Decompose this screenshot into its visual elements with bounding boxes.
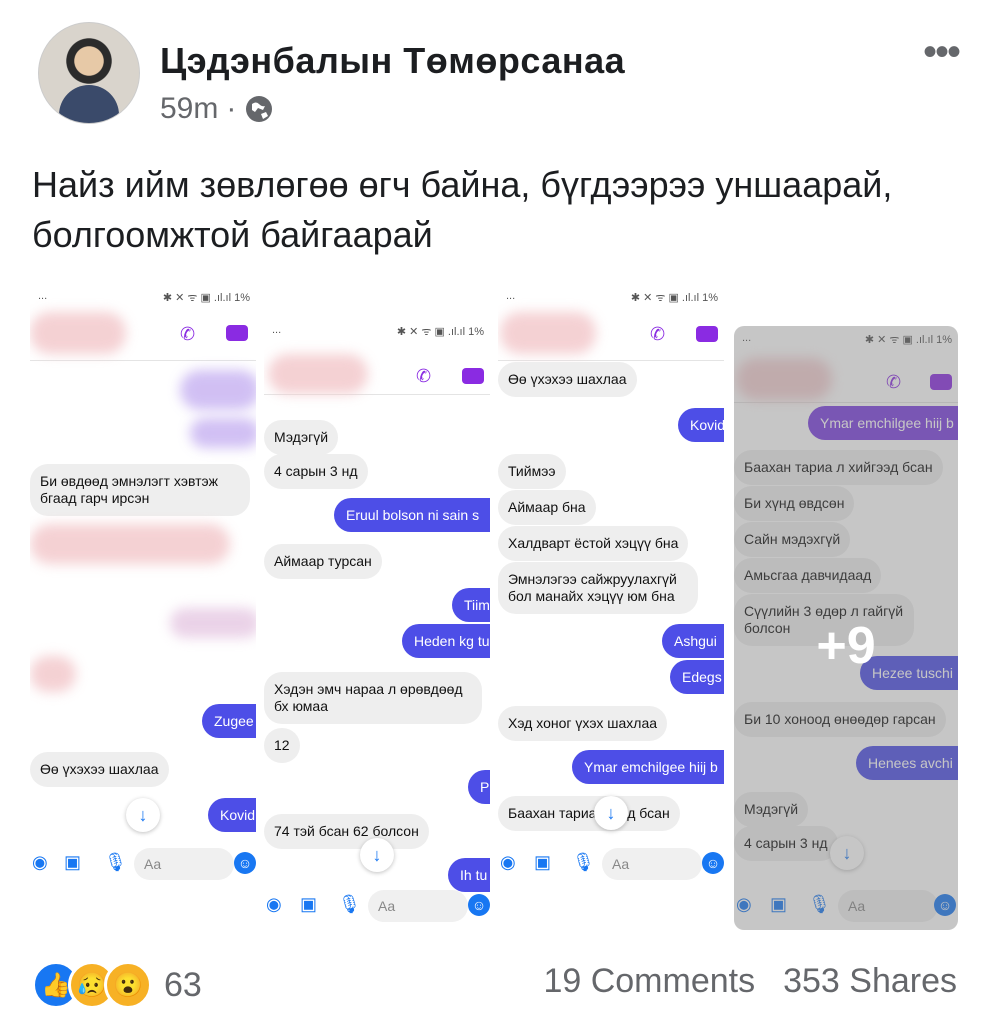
- image-icon[interactable]: ▣: [64, 852, 86, 872]
- message-in: Тиймээ: [498, 454, 566, 489]
- post-time[interactable]: 59m: [160, 92, 218, 126]
- message-in: 12: [264, 728, 300, 763]
- message-out: Ashgui: [662, 624, 724, 658]
- camera-icon[interactable]: ◉: [32, 852, 54, 872]
- message-out: Ymar emchilgee hiij b: [572, 750, 724, 784]
- avatar-figure: [59, 85, 119, 123]
- blurred-contact: [268, 354, 368, 394]
- message-out: Heden kg tu: [402, 624, 490, 658]
- message-in: Халдварт ёстой хэцүү бна: [498, 526, 689, 561]
- message-out: Eruul bolson ni sain s: [334, 498, 490, 532]
- scroll-down-button[interactable]: ↓: [594, 796, 628, 830]
- message-out: Edegs: [670, 660, 724, 694]
- reactions-summary[interactable]: 👍 😥 😮 63: [32, 961, 202, 1009]
- scroll-down-button[interactable]: ↓: [126, 798, 160, 832]
- emoji-icon[interactable]: ☺: [468, 894, 490, 916]
- message-in: Мэдэгүй: [264, 420, 339, 455]
- message-in: 4 сарын 3 нд: [264, 454, 368, 489]
- status-left: ...: [506, 290, 516, 302]
- mic-icon[interactable]: 🎙: [572, 852, 595, 872]
- message-in: 74 тэй бсан 62 болсон: [264, 814, 429, 849]
- message-out: P: [468, 770, 490, 804]
- emoji-icon[interactable]: ☺: [234, 852, 256, 874]
- blurred-message: [30, 524, 230, 564]
- engagement-stats: 19 Comments 353 Shares: [543, 962, 957, 1001]
- compose-bar: ◉ ▣ 🎙 Aa ☺: [264, 884, 490, 922]
- message-in: Аймаар бна: [498, 490, 596, 525]
- video-icon[interactable]: [226, 325, 248, 341]
- shares-count[interactable]: 353 Shares: [783, 962, 957, 1001]
- message-in: Хэдэн эмч нараа л өрөвдөөд бх юмаа: [264, 672, 482, 724]
- compose-bar: ◉ ▣ 🎙 Aa ☺: [30, 842, 256, 884]
- chat-header: ✆: [498, 308, 724, 361]
- phone-icon[interactable]: ✆: [650, 324, 668, 344]
- post-meta: 59m ·: [160, 92, 274, 126]
- message-out: Tiim: [452, 588, 490, 622]
- blurred-message: [30, 656, 76, 692]
- screenshot-3[interactable]: ... ✱ ✕ ᯤ ▣ .ıl.ıl 1% ✆ Өө үхэхээ шахлаа …: [498, 284, 724, 888]
- screenshot-1[interactable]: ... ✱ ✕ ᯤ ▣ .ıl.ıl 1% ✆ Би өвдөөд эмнэлэг…: [30, 284, 256, 884]
- screenshot-4[interactable]: ... ✱ ✕ ᯤ ▣ .ıl.ıl 1% ✆ Ymar emchilgee hi…: [734, 326, 958, 930]
- message-input[interactable]: Aa: [134, 848, 234, 880]
- author-name[interactable]: Цэдэнбалын Төмөрсанаа: [160, 40, 625, 82]
- message-in: Өө үхэхээ шахлаа: [498, 362, 637, 397]
- globe-icon[interactable]: [244, 94, 274, 124]
- message-in: Хэд хоног үхэх шахлаа: [498, 706, 668, 741]
- message-in: Баахан тариа йгээд бсан: [498, 796, 680, 831]
- blurred-message: [190, 418, 256, 448]
- status-bar: ... ✱ ✕ ᯤ ▣ .ıl.ıl 1%: [498, 290, 724, 306]
- blurred-contact: [30, 312, 126, 354]
- message-input[interactable]: Aa: [368, 890, 468, 922]
- post-text: Найз ийм зөвлөгөө өгч байна, бүгдээрээ у…: [32, 164, 893, 255]
- status-left: ...: [38, 290, 48, 302]
- blurred-message: [180, 370, 256, 410]
- status-bar: ... ✱ ✕ ᯤ ▣ .ıl.ıl 1%: [30, 290, 256, 306]
- message-out: Kovid: [678, 408, 724, 442]
- more-options-button[interactable]: •••: [923, 30, 961, 75]
- status-left: ...: [272, 324, 282, 336]
- emoji-icon[interactable]: ☺: [702, 852, 724, 874]
- chat-header: ✆: [30, 308, 256, 361]
- camera-icon[interactable]: ◉: [500, 852, 522, 872]
- message-input[interactable]: Aa: [602, 848, 702, 880]
- message-in: Аймаар турсан: [264, 544, 382, 579]
- more-photos-count[interactable]: +9: [734, 616, 958, 676]
- blurred-message: [170, 608, 256, 638]
- phone-icon[interactable]: ✆: [416, 366, 434, 386]
- message-in: Эмнэлэгээ сайжруулахгүй бол манайх хэцүү…: [498, 562, 698, 614]
- status-bar: ... ✱ ✕ ᯤ ▣ .ıl.ıl 1%: [264, 324, 490, 340]
- message-out: Kovid: [208, 798, 256, 832]
- comments-count[interactable]: 19 Comments: [543, 962, 755, 1001]
- status-right: ✱ ✕ ᯤ ▣ .ıl.ıl 1%: [630, 292, 718, 304]
- mic-icon[interactable]: 🎙: [104, 852, 127, 872]
- wow-reaction-icon: 😮: [104, 961, 152, 1009]
- compose-bar: ◉ ▣ 🎙 Aa ☺: [498, 842, 724, 886]
- blurred-contact: [500, 312, 596, 354]
- message-in: Би өвдөөд эмнэлэгт хэвтэж бгаад гарч ирс…: [30, 464, 250, 516]
- reaction-count[interactable]: 63: [164, 966, 202, 1005]
- screenshot-2[interactable]: ... ✱ ✕ ᯤ ▣ .ıl.ıl 1% ✆ Мэдэгүй 4 сарын 3…: [264, 318, 490, 922]
- author-avatar[interactable]: [38, 22, 140, 124]
- video-icon[interactable]: [696, 326, 718, 342]
- message-out: Zugee: [202, 704, 256, 738]
- image-icon[interactable]: ▣: [534, 852, 556, 872]
- phone-icon[interactable]: ✆: [180, 324, 198, 344]
- status-right: ✱ ✕ ᯤ ▣ .ıl.ıl 1%: [162, 292, 250, 304]
- camera-icon[interactable]: ◉: [266, 894, 288, 914]
- video-icon[interactable]: [462, 368, 484, 384]
- image-icon[interactable]: ▣: [300, 894, 322, 914]
- mic-icon[interactable]: 🎙: [338, 894, 361, 914]
- meta-separator: ·: [226, 92, 237, 125]
- chat-header: ✆: [264, 342, 490, 395]
- post-header: Цэдэнбалын Төмөрсанаа 59m · •••: [0, 0, 989, 140]
- status-right: ✱ ✕ ᯤ ▣ .ıl.ıl 1%: [396, 326, 484, 338]
- scroll-down-button[interactable]: ↓: [360, 838, 394, 872]
- message-in: Өө үхэхээ шахлаа: [30, 752, 169, 787]
